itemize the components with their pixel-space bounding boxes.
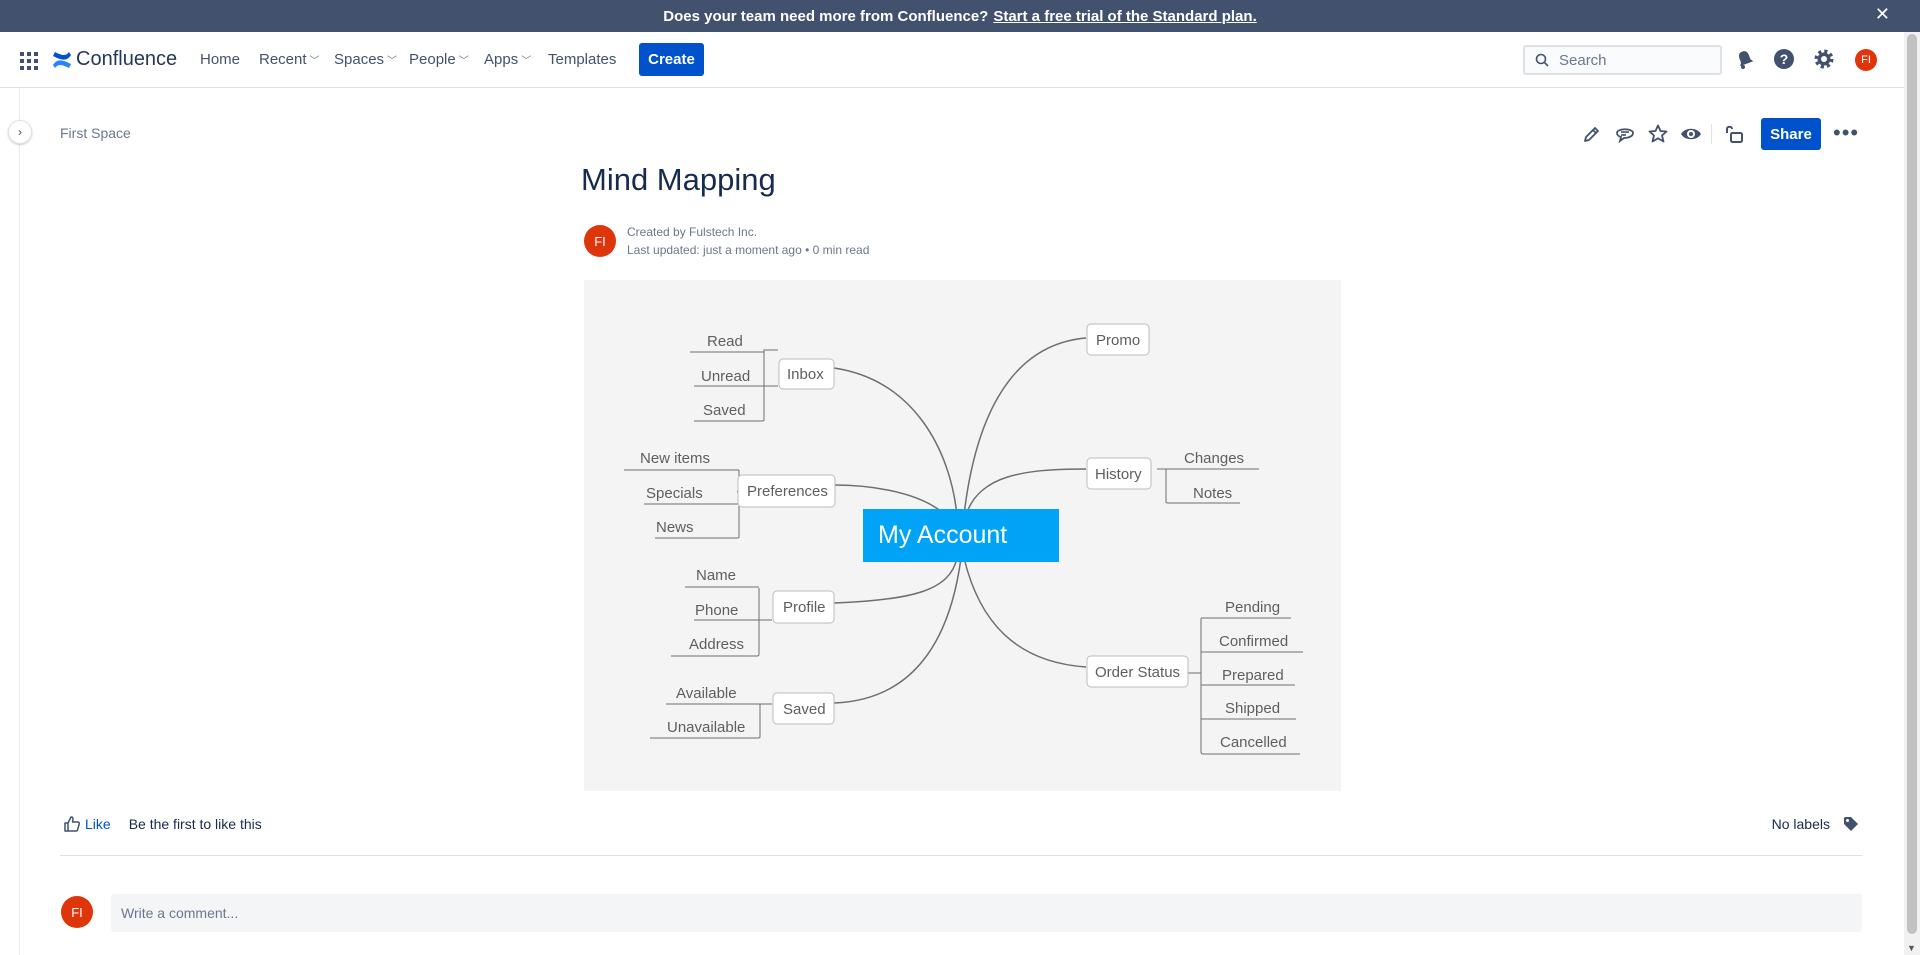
create-button[interactable]: Create [639,43,704,76]
logo-text: Confluence [76,48,178,70]
comment-input[interactable]: Write a comment... [111,894,1862,932]
trial-banner: Does your team need more from Confluence… [0,0,1920,32]
leaf-news: News [656,519,694,536]
nav-people-label: People [409,51,456,68]
read-time: 0 min read [812,243,870,257]
leaf-name: Name [696,567,736,584]
scroll-thumb[interactable] [1907,34,1917,934]
breadcrumb-space[interactable]: First Space [60,125,131,141]
like-button[interactable]: Like [63,815,111,833]
leaf-notes: Notes [1193,485,1232,502]
like-label: Like [85,816,111,832]
banner-close-icon[interactable]: ✕ [1875,4,1890,25]
nav-templates[interactable]: Templates [548,51,616,68]
comment-icon[interactable] [1613,122,1637,146]
star-icon[interactable] [1646,122,1670,146]
leaf-confirmed: Confirmed [1219,633,1288,650]
chevron-down-icon: ﹀ [521,56,532,67]
node-inbox: Inbox [787,366,824,383]
leaf-shipped: Shipped [1225,700,1280,717]
label-tag-icon[interactable] [1842,815,1860,833]
nav-recent-label: Recent [259,51,307,68]
chevron-down-icon: ﹀ [458,56,469,67]
leaf-prepared: Prepared [1222,667,1284,684]
page-byline: Created by Fulstech Inc. Last updated: j… [627,223,869,259]
search-input[interactable] [1557,50,1707,70]
share-button[interactable]: Share [1761,118,1821,150]
leaf-read: Read [707,333,743,350]
help-icon[interactable]: ? [1772,47,1796,71]
leaf-unavailable: Unavailable [667,719,745,736]
page-scrollbar[interactable]: ▼ [1904,32,1920,955]
user-avatar[interactable]: FI [1855,49,1877,71]
actions-divider [1711,124,1712,144]
leaf-unread: Unread [701,368,750,385]
top-navigation: Confluence Home Recent ﹀ Spaces ﹀ People ﹀ … [0,32,1904,88]
nav-home[interactable]: Home [200,51,240,68]
byline-separator: • [805,243,813,257]
expand-sidebar-button[interactable]: › [8,120,32,144]
chevron-down-icon: ﹀ [309,56,320,67]
scroll-down-icon[interactable]: ▼ [1907,943,1916,953]
collapsed-sidebar [0,88,20,955]
leaf-cancelled: Cancelled [1220,734,1287,751]
leaf-available: Available [676,685,737,702]
chevron-down-icon: ﹀ [387,56,398,67]
settings-gear-icon[interactable] [1812,47,1836,71]
leaf-address: Address [689,636,744,653]
banner-text: Does your team need more from Confluence… [663,7,989,25]
mind-map-image[interactable]: My Account Inbox Preferences Profile Sav… [584,280,1341,791]
more-actions-icon[interactable]: ••• [1833,120,1859,146]
leaf-changes: Changes [1184,450,1244,467]
like-status-text: Be the first to like this [128,816,262,832]
commenter-avatar: FI [61,896,93,928]
app-switcher-icon[interactable] [20,52,38,70]
leaf-specials: Specials [646,485,703,502]
node-order-status: Order Status [1095,664,1180,681]
notifications-bell-icon[interactable] [1733,47,1757,71]
labels-text: No labels [1771,816,1830,832]
nav-apps-label: Apps [484,51,519,68]
leaf-pending: Pending [1225,599,1280,616]
confluence-logo[interactable]: Confluence [52,48,177,71]
nav-spaces[interactable]: Spaces ﹀ [334,51,397,68]
search-box[interactable] [1523,45,1722,75]
search-icon [1535,53,1549,67]
nav-people[interactable]: People ﹀ [409,51,469,68]
nav-spaces-label: Spaces [334,51,385,68]
node-saved: Saved [783,701,826,718]
watch-eye-icon[interactable] [1679,122,1703,146]
node-history: History [1095,466,1142,483]
footer-divider [60,855,1862,856]
thumbs-up-icon [64,816,81,832]
chevron-right-icon: › [18,125,22,139]
nav-recent[interactable]: Recent ﹀ [259,51,320,68]
center-node-label: My Account [878,521,1007,549]
last-updated: Last updated: just a moment ago [627,243,802,257]
leaf-new-items: New items [640,450,710,467]
created-by: Created by Fulstech Inc. [627,225,758,239]
confluence-logo-icon [53,51,71,68]
author-avatar[interactable]: FI [584,225,616,257]
node-preferences: Preferences [747,483,828,500]
unlock-icon[interactable] [1722,122,1746,146]
edit-pencil-icon[interactable] [1580,122,1604,146]
mind-map-diagram: My Account Inbox Preferences Profile Sav… [624,323,1303,755]
node-promo: Promo [1096,332,1140,349]
leaf-inbox-saved: Saved [703,402,746,419]
svg-text:?: ? [1780,51,1789,67]
leaf-phone: Phone [695,602,738,619]
banner-trial-link[interactable]: Start a free trial of the Standard plan. [993,8,1256,25]
nav-apps[interactable]: Apps ﹀ [484,51,531,68]
page-title: Mind Mapping [581,162,776,197]
node-profile: Profile [783,599,826,616]
like-row: Like Be the first to like this [63,815,262,833]
labels-row: No labels [1772,815,1860,833]
